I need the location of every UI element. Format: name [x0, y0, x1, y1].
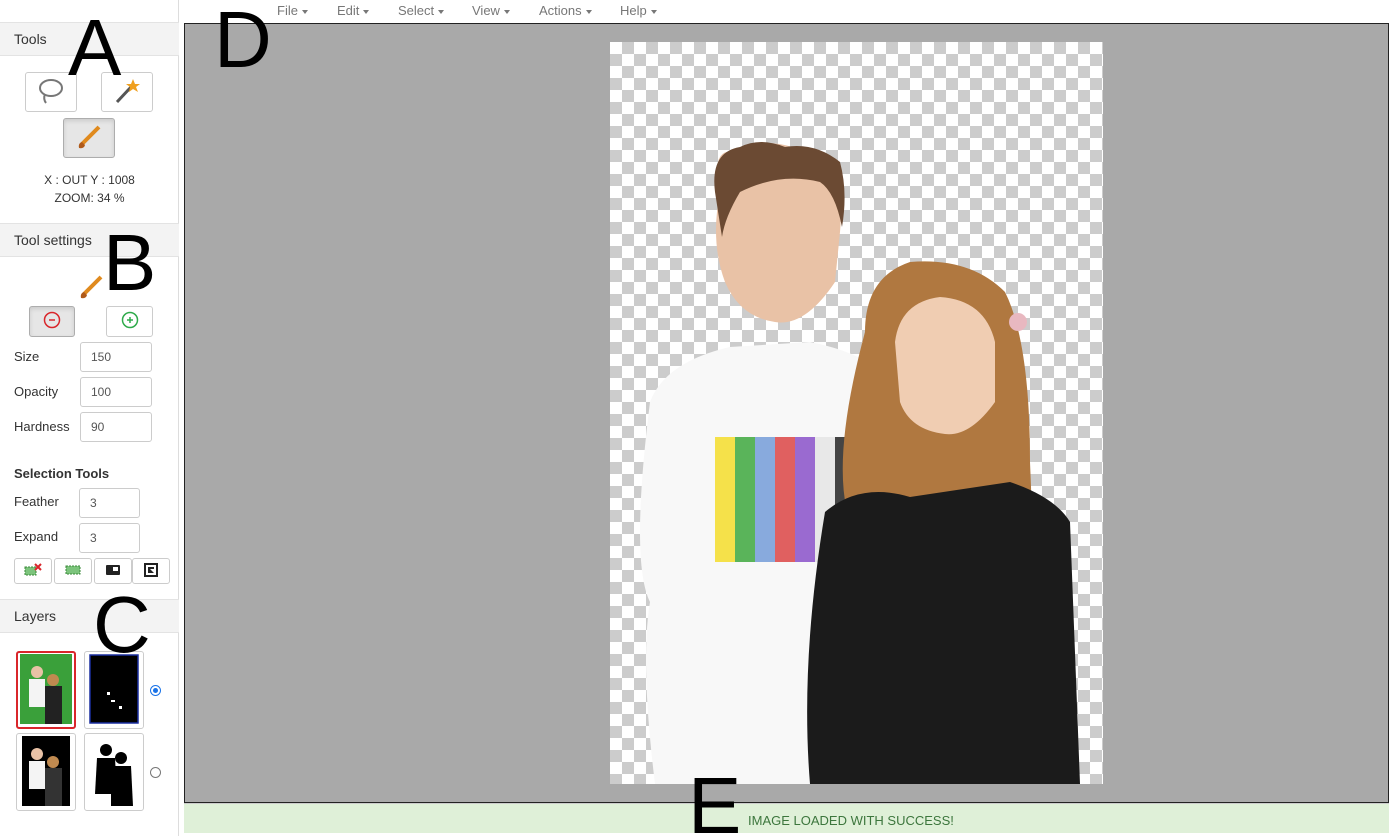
opacity-input[interactable]: 100 [80, 377, 152, 407]
annotation-letter-a: A [68, 3, 122, 92]
annotation-letter-d: D [214, 0, 272, 84]
chevron-down-icon [650, 9, 657, 14]
layers-header: Layers [0, 599, 179, 633]
chevron-down-icon [585, 9, 592, 14]
menu-edit-label: Edit [337, 3, 360, 18]
menu-edit[interactable]: Edit [337, 3, 370, 18]
hardness-input[interactable]: 90 [80, 412, 152, 442]
layer-1-radio[interactable] [150, 685, 161, 696]
photo-thumbnail-icon [22, 735, 70, 809]
expand-label: Expand [14, 529, 59, 544]
menu-file-label: File [277, 3, 298, 18]
layer-1-image-thumbnail[interactable] [16, 651, 76, 729]
layer-2-radio[interactable] [150, 767, 161, 778]
menu-view-label: View [472, 3, 500, 18]
chevron-down-icon [363, 9, 370, 14]
annotation-letter-b: B [103, 218, 157, 307]
hardness-label: Hardness [14, 419, 70, 434]
feather-input[interactable]: 3 [79, 488, 140, 518]
chevron-down-icon [301, 9, 308, 14]
photo-subjects [640, 142, 1080, 784]
menu-select-label: Select [398, 3, 435, 18]
cursor-coordinates: X : OUT Y : 1008 [44, 173, 135, 187]
expand-input[interactable]: 3 [79, 523, 140, 553]
brush-icon [74, 122, 104, 155]
menu-help[interactable]: Help [620, 3, 657, 18]
brush-add-button[interactable] [106, 306, 153, 337]
crop-icon [144, 562, 158, 580]
workspace [184, 23, 1389, 803]
menu-view[interactable]: View [472, 3, 510, 18]
minus-circle-icon [43, 311, 61, 332]
selection-tools-heading: Selection Tools [14, 466, 110, 481]
opacity-label: Opacity [14, 384, 59, 399]
menu-help-label: Help [620, 3, 647, 18]
size-input[interactable]: 150 [80, 342, 152, 372]
menu-select[interactable]: Select [398, 3, 445, 18]
menu-actions-label: Actions [539, 3, 582, 18]
clear-selection-icon [24, 562, 42, 580]
layer-2-image-thumbnail[interactable] [16, 733, 76, 811]
brush-subtract-button[interactable] [29, 306, 75, 337]
lasso-icon [36, 77, 66, 108]
brush-icon [76, 272, 106, 305]
select-all-button[interactable] [54, 558, 92, 584]
status-message: IMAGE LOADED WITH SUCCESS! [748, 813, 954, 828]
annotation-letter-c: C [93, 580, 151, 669]
selection-rect-icon [65, 563, 81, 579]
brush-tool-button[interactable] [63, 118, 115, 158]
clear-selection-button[interactable] [14, 558, 52, 584]
status-bar: IMAGE LOADED WITH SUCCESS! [184, 803, 1389, 833]
menu-bar: File Edit Select View Actions Help [180, 0, 1389, 23]
size-label: Size [14, 349, 40, 364]
menu-actions[interactable]: Actions [539, 3, 592, 18]
layer-2-mask-thumbnail[interactable] [84, 733, 144, 811]
mask-thumbnail-icon [89, 735, 139, 809]
image-canvas[interactable] [610, 42, 1103, 784]
chevron-down-icon [438, 9, 445, 14]
annotation-letter-e: E [688, 766, 742, 836]
invert-selection-icon [105, 563, 121, 579]
feather-label: Feather [14, 494, 59, 509]
plus-circle-icon [121, 311, 139, 332]
menu-file[interactable]: File [277, 3, 308, 18]
zoom-level: ZOOM: 34 % [54, 191, 125, 205]
chevron-down-icon [503, 9, 510, 14]
left-sidebar: Tools X : OUT Y : 1008 ZOOM: 34 % Tool s… [0, 0, 179, 836]
photo-thumbnail-icon [20, 653, 72, 727]
